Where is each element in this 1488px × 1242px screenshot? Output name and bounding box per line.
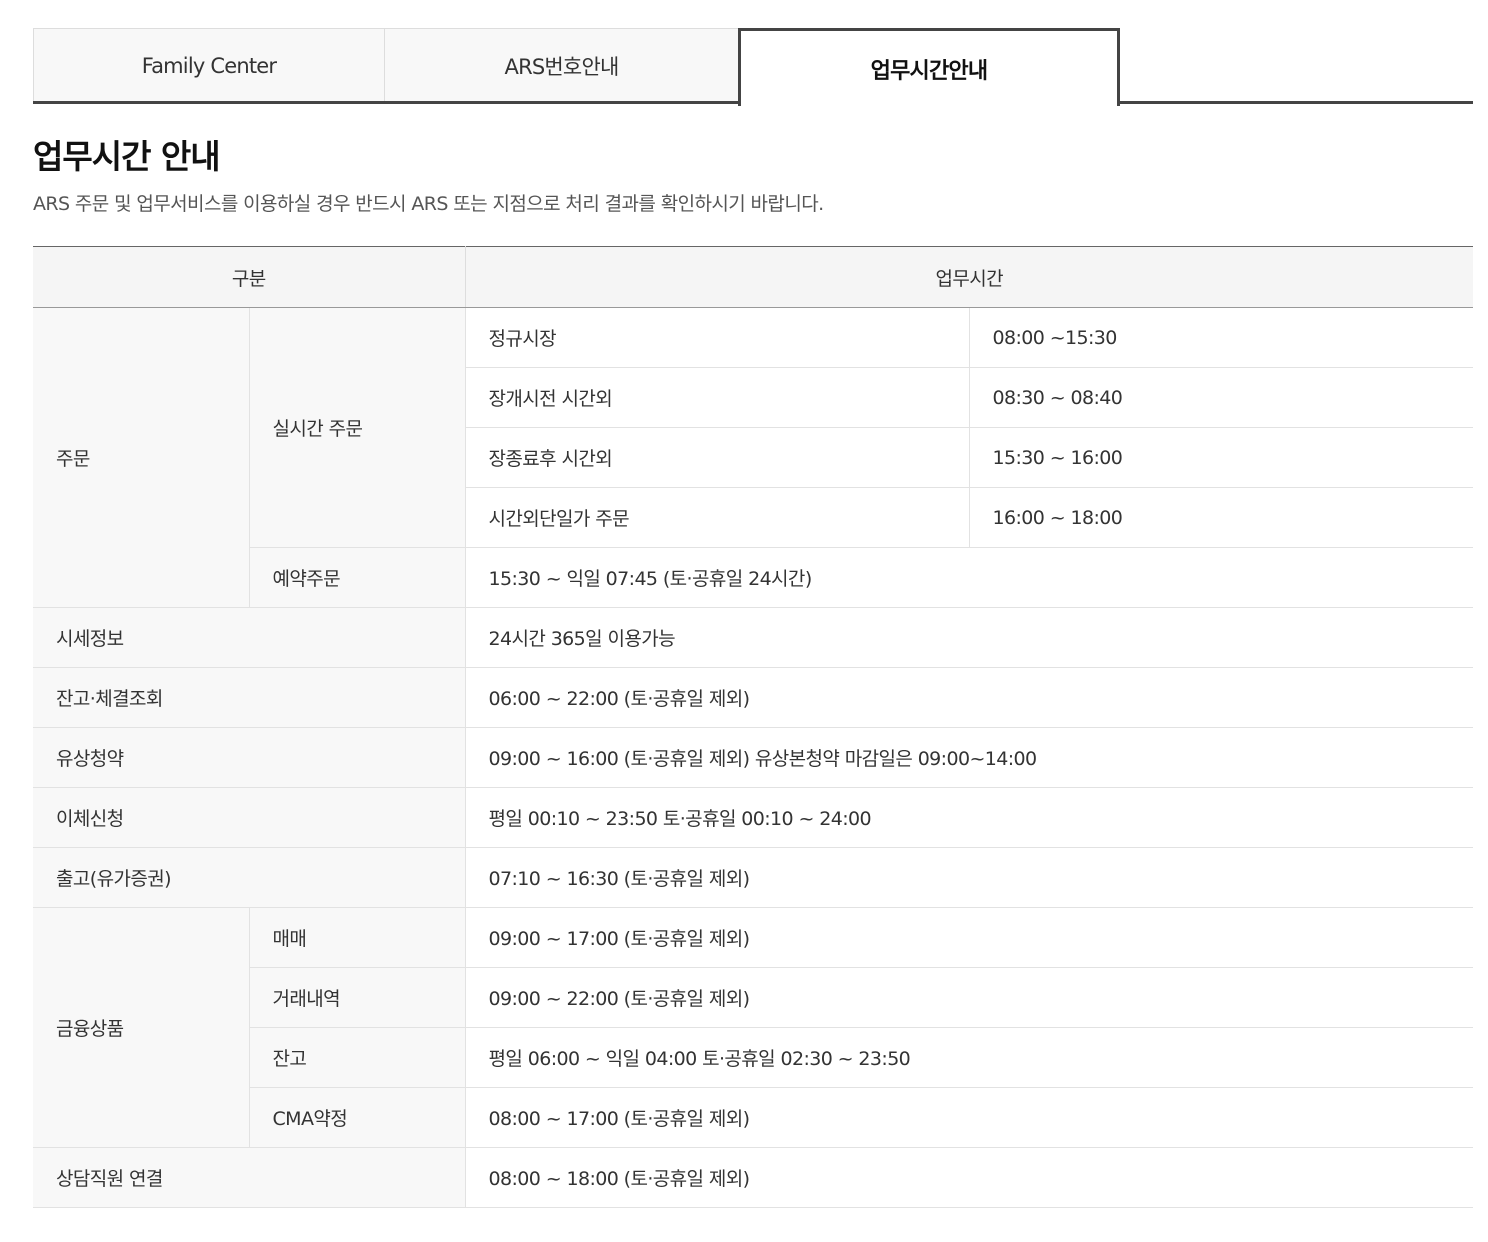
order-type: 장개시전 시간외 — [465, 367, 970, 428]
category-consultant-connection: 상담직원 연결 — [33, 1147, 466, 1208]
tab-family-center[interactable]: Family Center — [33, 28, 385, 102]
rights-offering-time: 09:00 ~ 16:00 (토·공휴일 제외) 유상본청약 마감일은 09:0… — [465, 727, 1474, 788]
order-type: 장종료후 시간외 — [465, 427, 970, 488]
table-row: 시세정보 24시간 365일 이용가능 — [33, 607, 1474, 668]
consultant-connection-time: 08:00 ~ 18:00 (토·공휴일 제외) — [465, 1147, 1474, 1208]
subcategory-reserved-order: 예약주문 — [249, 547, 466, 608]
order-time: 15:30 ~ 16:00 — [969, 427, 1474, 488]
table-row: 상담직원 연결 08:00 ~ 18:00 (토·공휴일 제외) — [33, 1147, 1474, 1208]
order-time: 08:00 ~15:30 — [969, 307, 1474, 368]
category-market-data: 시세정보 — [33, 607, 466, 668]
category-transfer-request: 이체신청 — [33, 787, 466, 848]
financial-subcategory: 잔고 — [249, 1027, 466, 1088]
table-row: 거래내역 09:00 ~ 22:00 (토·공휴일 제외) — [33, 967, 1474, 1028]
category-financial-products: 금융상품 — [33, 907, 250, 1148]
table-row: 주문 실시간 주문 정규시장 08:00 ~15:30 — [33, 307, 1474, 608]
order-time: 08:30 ~ 08:40 — [969, 367, 1474, 428]
category-securities-withdrawal: 출고(유가증권) — [33, 847, 466, 908]
header-category: 구분 — [33, 246, 466, 308]
order-type: 정규시장 — [465, 307, 970, 368]
financial-subcategory: 매매 — [249, 907, 466, 968]
tab-bar: Family Center ARS번호안내 업무시간안내 — [33, 28, 1473, 106]
category-order: 주문 — [33, 307, 250, 608]
balance-inquiry-time: 06:00 ~ 22:00 (토·공휴일 제외) — [465, 667, 1474, 728]
table-row: 출고(유가증권) 07:10 ~ 16:30 (토·공휴일 제외) — [33, 847, 1474, 908]
financial-time: 08:00 ~ 17:00 (토·공휴일 제외) — [465, 1087, 1474, 1148]
table-row: 유상청약 09:00 ~ 16:00 (토·공휴일 제외) 유상본청약 마감일은… — [33, 727, 1474, 788]
reserved-order-time: 15:30 ~ 익일 07:45 (토·공휴일 24시간) — [465, 547, 1474, 608]
table-row: 이체신청 평일 00:10 ~ 23:50 토·공휴일 00:10 ~ 24:0… — [33, 787, 1474, 848]
category-balance-inquiry: 잔고·체결조회 — [33, 667, 466, 728]
page-description: ARS 주문 및 업무서비스를 이용하실 경우 반드시 ARS 또는 지점으로 … — [33, 193, 824, 215]
page-title: 업무시간 안내 — [33, 137, 221, 176]
table-row: 잔고·체결조회 06:00 ~ 22:00 (토·공휴일 제외) — [33, 667, 1474, 728]
table-header-row: 구분 업무시간 — [33, 246, 1474, 308]
financial-subcategory: CMA약정 — [249, 1087, 466, 1148]
financial-time: 09:00 ~ 22:00 (토·공휴일 제외) — [465, 967, 1474, 1028]
category-rights-offering: 유상청약 — [33, 727, 466, 788]
business-hours-table: 구분 업무시간 주문 실시간 주문 정규시장 08:00 ~15:30 장개시전… — [33, 246, 1474, 1208]
order-time: 16:00 ~ 18:00 — [969, 487, 1474, 548]
order-type: 시간외단일가 주문 — [465, 487, 970, 548]
securities-withdrawal-time: 07:10 ~ 16:30 (토·공휴일 제외) — [465, 847, 1474, 908]
header-hours: 업무시간 — [465, 246, 1474, 308]
tab-business-hours[interactable]: 업무시간안내 — [738, 28, 1120, 106]
market-data-time: 24시간 365일 이용가능 — [465, 607, 1474, 668]
table-row: 잔고 평일 06:00 ~ 익일 04:00 토·공휴일 02:30 ~ 23:… — [33, 1027, 1474, 1088]
subcategory-realtime-order: 실시간 주문 — [249, 307, 466, 548]
table-row: 금융상품 매매 09:00 ~ 17:00 (토·공휴일 제외) — [33, 907, 1474, 1148]
transfer-request-time: 평일 00:10 ~ 23:50 토·공휴일 00:10 ~ 24:00 — [465, 787, 1474, 848]
table-row: CMA약정 08:00 ~ 17:00 (토·공휴일 제외) — [33, 1087, 1474, 1148]
tab-ars-numbers[interactable]: ARS번호안내 — [384, 28, 739, 102]
financial-time: 09:00 ~ 17:00 (토·공휴일 제외) — [465, 907, 1474, 968]
financial-time: 평일 06:00 ~ 익일 04:00 토·공휴일 02:30 ~ 23:50 — [465, 1027, 1474, 1088]
financial-subcategory: 거래내역 — [249, 967, 466, 1028]
table-row: 예약주문 15:30 ~ 익일 07:45 (토·공휴일 24시간) — [33, 547, 1474, 608]
